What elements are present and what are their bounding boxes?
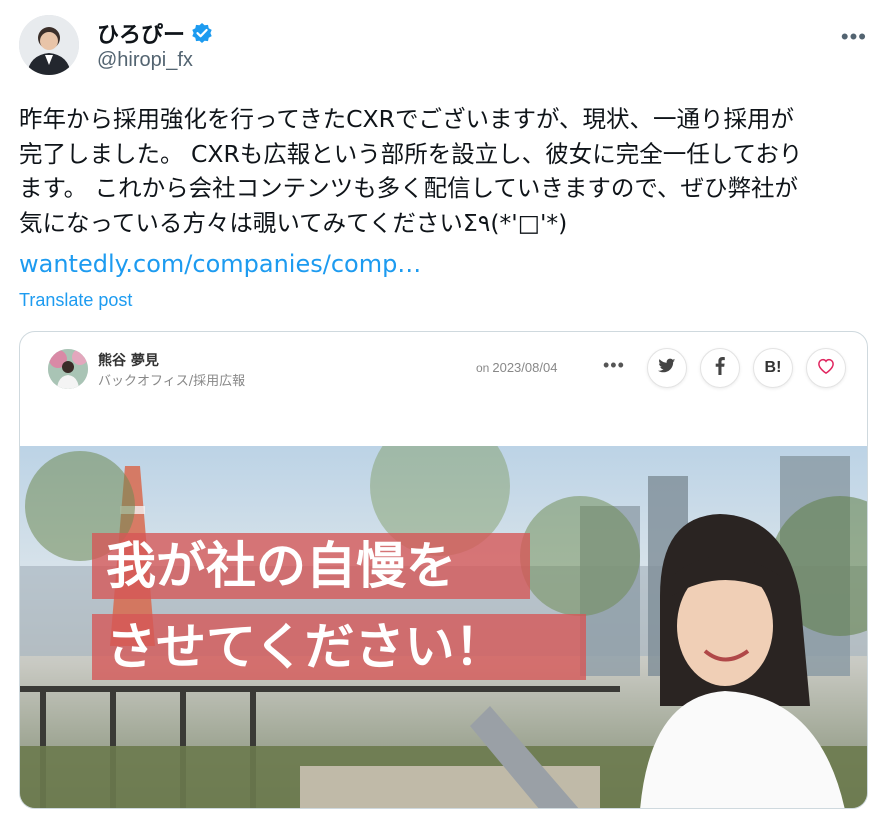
- more-options-icon[interactable]: •••: [841, 24, 867, 50]
- display-name-text[interactable]: ひろぴー: [97, 17, 185, 49]
- like-button[interactable]: [806, 348, 846, 388]
- heart-icon: [817, 358, 835, 379]
- share-facebook-button[interactable]: [700, 348, 740, 388]
- share-hatena-button[interactable]: B!: [753, 348, 793, 388]
- card-more-icon[interactable]: •••: [603, 355, 625, 376]
- translate-post-link[interactable]: Translate post: [19, 290, 132, 311]
- verified-badge-icon: [191, 22, 213, 44]
- article-hero-image[interactable]: 我が社の自慢を させてください！: [20, 446, 867, 808]
- link-preview-card[interactable]: 熊谷 夢見 バックオフィス/採用広報 on2023/08/04 ••• B!: [19, 331, 868, 809]
- hero-caption-line-2: させてください！: [106, 618, 505, 676]
- twitter-bird-icon: [658, 358, 676, 379]
- tweet-link[interactable]: wantedly.com/companies/comp…: [19, 250, 421, 278]
- author-name[interactable]: 熊谷 夢見: [98, 350, 159, 370]
- share-twitter-button[interactable]: [647, 348, 687, 388]
- tweet-text: 昨年から採用強化を行ってきたCXRでございますが、現状、一通り採用が 完了しまし…: [19, 105, 803, 237]
- hero-caption-line-1: 我が社の自慢を: [106, 537, 456, 595]
- user-handle[interactable]: @hiropi_fx: [97, 49, 193, 72]
- facebook-icon: [715, 356, 725, 380]
- post-date: on 2023/08/04: [476, 360, 557, 375]
- avatar[interactable]: [19, 15, 79, 75]
- date-prefix: on: [476, 361, 490, 375]
- author-role: バックオフィス/採用広報: [98, 374, 246, 389]
- display-name[interactable]: ひろぴー: [97, 17, 213, 49]
- author-avatar[interactable]: [48, 349, 88, 389]
- date-value: 2023/08/04: [492, 360, 558, 375]
- hatena-bookmark-label: B!: [764, 359, 782, 376]
